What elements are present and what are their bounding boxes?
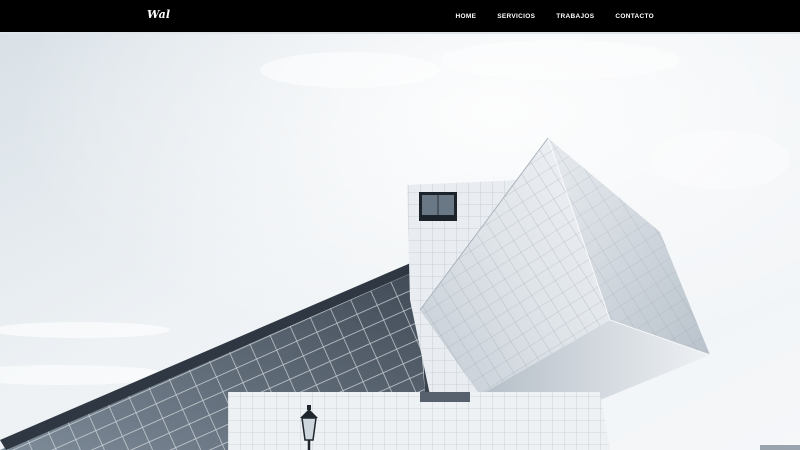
top-navbar: Wal HOME SERVICIOS TRABAJOS CONTACTO xyxy=(0,0,800,32)
nav-link-trabajos[interactable]: TRABAJOS xyxy=(556,13,594,20)
hero-image xyxy=(0,34,800,450)
landing-page: Wal HOME SERVICIOS TRABAJOS CONTACTO xyxy=(0,0,800,450)
nav-link-contacto[interactable]: CONTACTO xyxy=(615,13,654,20)
main-nav: HOME SERVICIOS TRABAJOS CONTACTO xyxy=(456,0,654,32)
navbar-divider xyxy=(0,32,800,34)
nav-link-servicios[interactable]: SERVICIOS xyxy=(497,13,535,20)
building-photo xyxy=(0,34,800,450)
nav-link-home[interactable]: HOME xyxy=(456,13,477,20)
site-logo[interactable]: Wal xyxy=(147,8,170,21)
